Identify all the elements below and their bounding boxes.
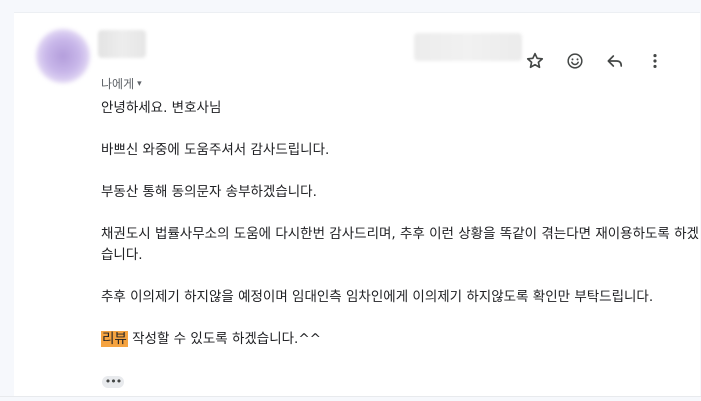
sender-avatar[interactable] xyxy=(36,29,90,83)
more-vert-icon xyxy=(653,54,657,68)
message-paragraph: 채권도시 법률사무소의 도움에 다시한번 감사드리며, 추후 이런 상황을 똑같… xyxy=(101,226,699,263)
chevron-down-icon: ▾ xyxy=(137,78,142,89)
message-paragraph: 추후 이의제기 하지않을 예정이며 임대인측 임차인에게 이의제기 하지않도록 … xyxy=(101,289,654,305)
message-paragraph: 부동산 통해 동의문자 송부하겠습니다. xyxy=(101,184,317,200)
reply-icon xyxy=(607,55,623,67)
star-icon xyxy=(526,52,544,69)
sender-name-redacted xyxy=(98,30,146,58)
message-paragraph: 리뷰 작성할 수 있도록 하겠습니다.^^ xyxy=(101,329,701,350)
divider xyxy=(0,396,701,397)
show-trimmed-content-button[interactable]: ••• xyxy=(102,376,124,388)
recipient-details-toggle[interactable]: 나에게 ▾ xyxy=(101,75,142,92)
message-date-redacted xyxy=(414,33,522,61)
recipient-label: 나에게 xyxy=(101,77,135,91)
add-reaction-button[interactable] xyxy=(563,49,587,73)
reply-button[interactable] xyxy=(603,49,627,73)
highlighted-word: 리뷰 xyxy=(101,331,128,347)
message-greeting: 안녕하세요. 변호사님 xyxy=(101,100,222,116)
message-text: 작성할 수 있도록 하겠습니다.^^ xyxy=(127,331,321,347)
add-reaction-icon xyxy=(567,53,583,69)
message-body: 안녕하세요. 변호사님 바쁘신 와중에 도움주셔서 감사드립니다. 부동산 통해… xyxy=(101,98,701,350)
star-button[interactable] xyxy=(523,49,547,73)
more-options-button[interactable] xyxy=(643,49,667,73)
email-message-card: 나에게 ▾ 안녕하세요. 변호사님 바쁘신 와중에 도움주셔서 감사드립니다. xyxy=(14,12,700,396)
message-paragraph: 바쁘신 와중에 도움주셔서 감사드립니다. xyxy=(101,142,330,158)
